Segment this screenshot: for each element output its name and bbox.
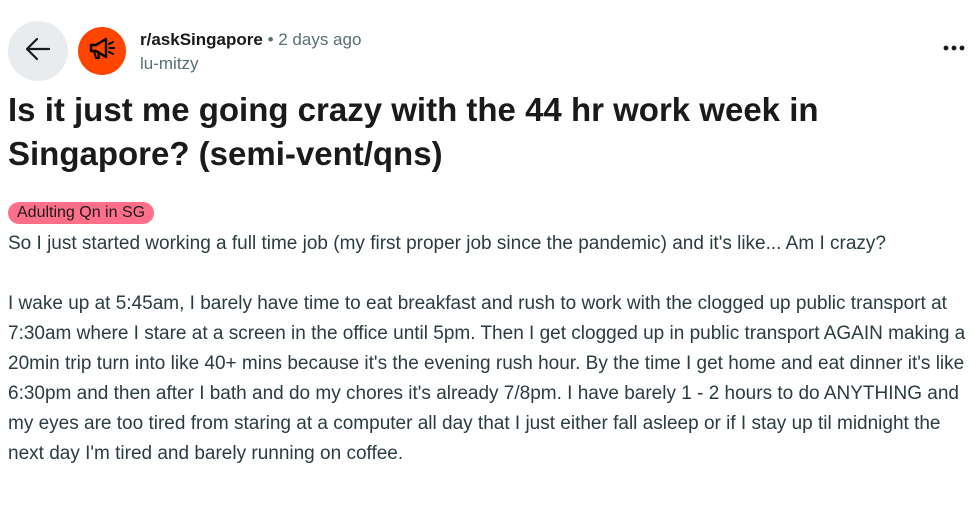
post-time: 2 days ago [278, 30, 362, 49]
back-button[interactable] [8, 21, 68, 81]
post-meta-top: r/askSingapore • 2 days ago [140, 28, 361, 52]
subreddit-avatar[interactable] [78, 27, 126, 75]
subreddit-link[interactable]: r/askSingapore [140, 30, 263, 49]
megaphone-icon [87, 36, 117, 67]
post-body: So I just started working a full time jo… [8, 229, 972, 499]
arrow-left-icon [24, 35, 52, 68]
post-title: Is it just me going crazy with the 44 hr… [8, 91, 819, 172]
post-meta: r/askSingapore • 2 days ago lu-mitzy [140, 28, 361, 76]
body-paragraph: So I just started working a full time jo… [8, 233, 886, 254]
body-paragraph: I wake up at 5:45am, I barely have time … [8, 293, 966, 464]
author-link[interactable]: lu-mitzy [140, 52, 361, 76]
more-options-button[interactable] [940, 34, 968, 62]
more-dots-icon [943, 39, 965, 57]
meta-separator: • [267, 30, 274, 49]
post-flair[interactable]: Adulting Qn in SG [8, 202, 155, 224]
